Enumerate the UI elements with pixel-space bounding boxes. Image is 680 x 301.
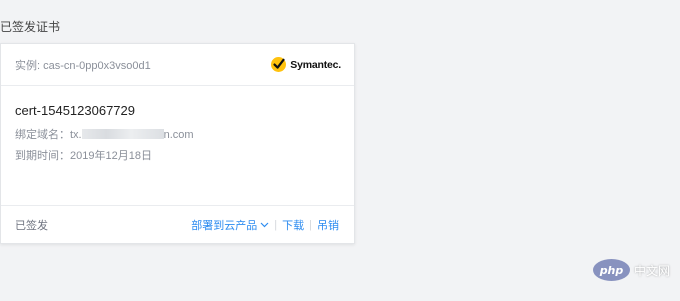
deploy-label: 部署到云产品 bbox=[191, 219, 258, 232]
php-cn-watermark: php 中文网 bbox=[592, 259, 670, 281]
domain-suffix: n.com bbox=[163, 129, 194, 141]
php-logo: php bbox=[592, 259, 630, 281]
expiry-label: 到期时间： bbox=[15, 150, 70, 162]
deploy-to-cloud-button[interactable]: 部署到云产品 bbox=[191, 217, 269, 233]
symantec-logo: Symantec. bbox=[270, 56, 341, 73]
chevron-down-icon bbox=[260, 219, 269, 231]
download-link[interactable]: 下载 bbox=[282, 217, 304, 233]
brand-name: Symantec. bbox=[290, 58, 341, 71]
status-label: 已签发 bbox=[15, 219, 48, 232]
domain-redaction bbox=[81, 129, 164, 139]
card-footer: 已签发 部署到云产品 | 下载 | 吊销 bbox=[1, 205, 354, 243]
domain-row: 绑定域名：tx. n.com bbox=[15, 129, 354, 141]
card-body: cert-1545123067729 绑定域名：tx. n.com 到期时间：20… bbox=[1, 86, 354, 205]
expiry-row: 到期时间：2019年12月18日 bbox=[15, 150, 354, 162]
expiry-value: 2019年12月18日 bbox=[70, 150, 152, 162]
card-header: 实例: cas-cn-0pp0x3vso0d1 Symantec. bbox=[1, 44, 354, 86]
domain-label: 绑定域名： bbox=[15, 129, 70, 141]
divider: | bbox=[309, 218, 312, 231]
instance-id: 实例: cas-cn-0pp0x3vso0d1 bbox=[15, 59, 151, 72]
divider: | bbox=[274, 218, 278, 231]
section-title: 已签发证书 bbox=[0, 20, 61, 34]
watermark-text: 中文网 bbox=[633, 263, 670, 278]
certificate-name: cert-1545123067729 bbox=[15, 103, 135, 118]
domain-prefix: tx. bbox=[70, 129, 82, 141]
revoke-link[interactable]: 吊销 bbox=[317, 217, 339, 233]
certificate-card: 实例: cas-cn-0pp0x3vso0d1 Symantec. cert-1… bbox=[0, 43, 355, 244]
symantec-check-icon bbox=[270, 56, 287, 73]
card-actions: 部署到云产品 | 下载 | 吊销 bbox=[191, 217, 339, 233]
